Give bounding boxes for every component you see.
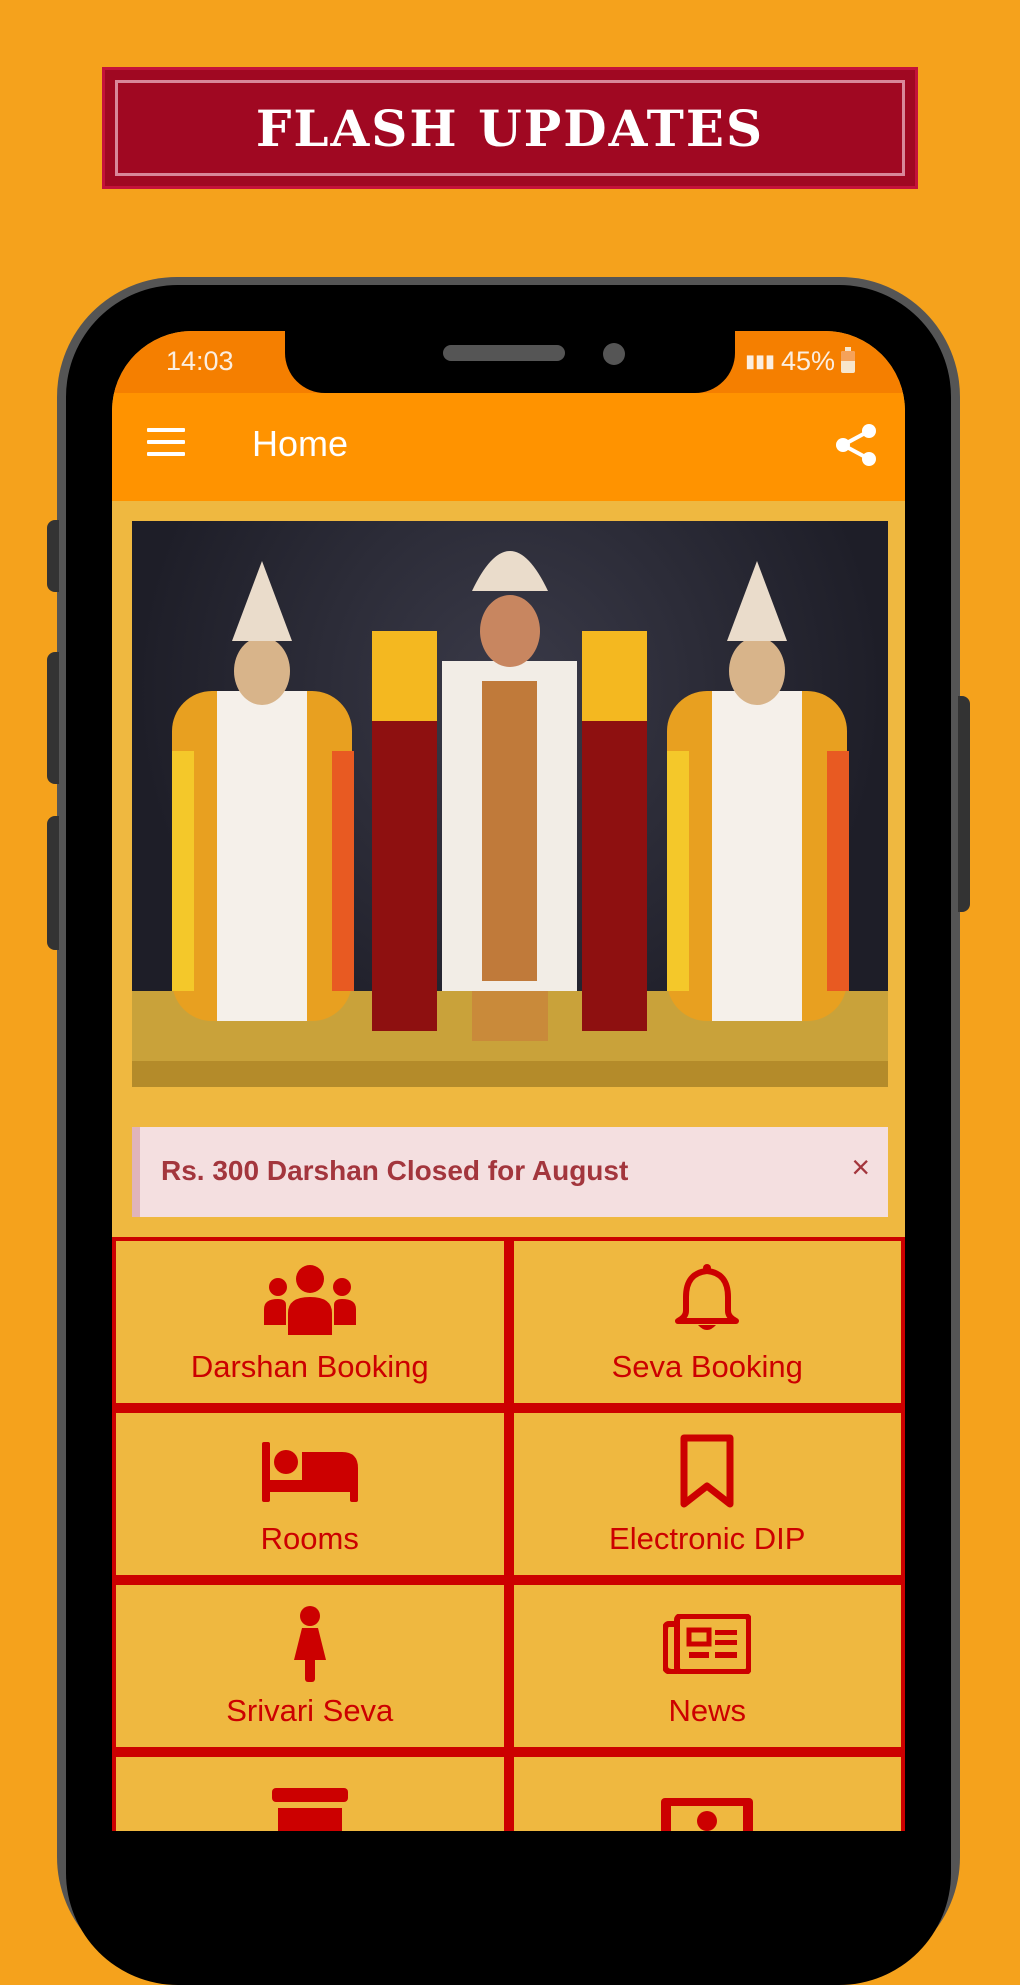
tile-label: Srivari Seva [226,1693,394,1728]
tile-darshan-booking[interactable]: Darshan Booking [116,1241,504,1403]
people-group-icon [263,1265,356,1335]
tile-label: Seva Booking [611,1349,803,1384]
close-icon[interactable]: × [851,1149,870,1186]
banner-title: FLASH UPDATES [255,98,765,158]
tile-label: Darshan Booking [190,1349,429,1384]
phone-camera [603,343,625,365]
bell-icon [675,1264,740,1330]
tile-donation[interactable] [513,1757,901,1831]
money-bill-icon [661,1798,754,1831]
battery-percent: 45% [780,346,835,376]
tile-news[interactable]: News [513,1585,901,1747]
tile-label: Electronic DIP [609,1521,806,1556]
person-female-icon [293,1606,326,1682]
phone-volume-up-button [47,652,59,784]
tile-archive[interactable] [116,1757,504,1831]
phone-notch [285,285,735,393]
tile-srivari-seva[interactable]: Srivari Seva [116,1585,504,1747]
phone-side-button [47,520,59,592]
phone-speaker [443,345,565,361]
status-time: 14:03 [166,346,234,376]
bookmark-icon [680,1434,734,1508]
flash-message: Rs. 300 Darshan Closed for August [161,1155,629,1186]
hamburger-menu-icon[interactable] [147,428,185,458]
services-grid: Darshan Booking Seva Booking Rooms Elect… [112,1237,905,1831]
flash-updates-banner: FLASH UPDATES [102,67,918,189]
archive-box-icon [271,1788,348,1831]
deity-illustration [132,551,888,1087]
status-icons: ▮▮▮ 45% [745,346,855,377]
tile-seva-booking[interactable]: Seva Booking [513,1241,901,1403]
share-icon[interactable] [835,423,877,467]
flash-update-alert: Rs. 300 Darshan Closed for August × [132,1127,888,1217]
app-screen: 14:03 ▮▮▮ 45% Home Rs. 300 Darshan Close… [112,331,905,1831]
tile-label: News [668,1693,746,1728]
app-bar: Home [112,393,905,501]
phone-volume-down-button [47,816,59,950]
signal-icon: ▮▮▮ [745,351,775,371]
page-title: Home [252,423,349,464]
hero-image [132,521,888,1087]
banner-frame: FLASH UPDATES [115,80,905,176]
newspaper-icon [663,1614,752,1674]
tile-label: Rooms [260,1521,359,1556]
tile-rooms[interactable]: Rooms [116,1413,504,1575]
battery-icon [841,346,855,373]
bed-icon [261,1442,358,1502]
phone-power-button [958,696,970,912]
tile-electronic-dip[interactable]: Electronic DIP [513,1413,901,1575]
